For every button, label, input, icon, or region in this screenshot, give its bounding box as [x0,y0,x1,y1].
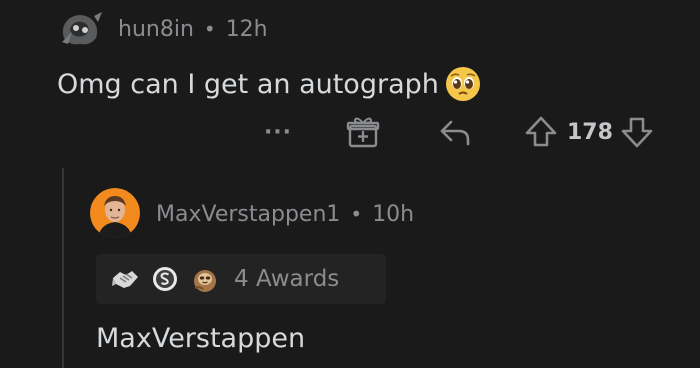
comment-text: Omg can I get an autograph [57,68,439,100]
thread-line[interactable] [62,168,64,368]
handshake-award-icon [112,271,138,288]
reply-arrow-icon [440,120,470,146]
reply-button[interactable] [437,112,477,152]
awards-count-label: 4 Awards [234,266,340,292]
username-link[interactable]: hun8in [118,17,194,42]
sloth-award-icon [194,270,216,292]
upvote-arrow-icon[interactable] [523,114,559,150]
comment-meta: MaxVerstappen1 • 10h [156,198,414,230]
comment-body: MaxVerstappen [96,318,305,358]
awards-bar[interactable]: 4 Awards [96,254,386,304]
downvote-arrow-icon[interactable] [619,114,655,150]
award-button[interactable] [345,112,385,152]
comment-body: Omg can I get an autograph [57,62,481,106]
user-avatar[interactable] [90,188,140,238]
meta-separator: • [203,17,216,41]
username-link[interactable]: MaxVerstappen1 [156,202,340,227]
comment-text: MaxVerstappen [96,322,306,354]
more-options-button[interactable]: ··· [258,112,298,152]
vote-controls: 178 [523,112,683,152]
comment-age: 10h [372,201,415,227]
vote-count: 178 [567,119,613,145]
comment-thread: hun8in • 12h Omg can I get an autograph … [0,0,700,368]
pleading-face-icon [445,67,480,101]
meta-separator: • [350,202,363,226]
comment-meta: hun8in • 12h [118,14,268,44]
silver-award-icon [153,267,177,291]
comment-age: 12h [225,16,268,42]
gift-icon [346,117,380,148]
user-avatar[interactable] [56,8,106,50]
